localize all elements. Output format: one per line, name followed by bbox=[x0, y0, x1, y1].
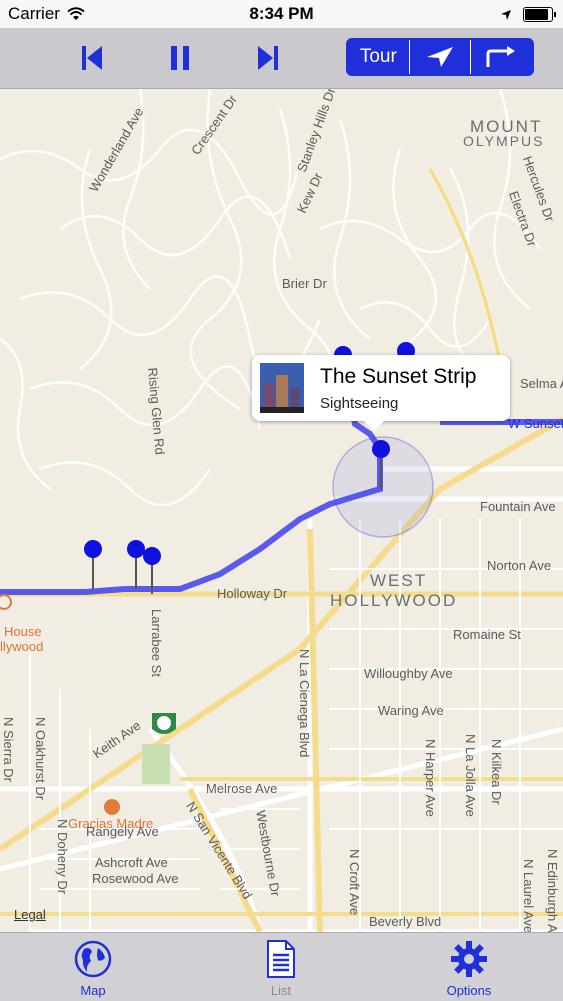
tab-list-label: List bbox=[270, 983, 292, 998]
skip-back-button[interactable] bbox=[72, 40, 112, 76]
directions-segment[interactable] bbox=[471, 40, 532, 74]
street-label-fountain: Fountain Ave bbox=[480, 499, 556, 514]
map-canvas bbox=[0, 89, 563, 932]
skip-back-icon bbox=[82, 46, 102, 70]
tab-list[interactable]: List bbox=[221, 939, 341, 998]
street-label-kilkea: N Kilkea Dr bbox=[489, 739, 504, 805]
street-label-holloway: Holloway Dr bbox=[217, 586, 288, 601]
street-label-laurel: N Laurel Ave bbox=[521, 859, 536, 932]
skip-forward-button[interactable] bbox=[248, 40, 288, 76]
poi-label-house: House bbox=[4, 624, 42, 639]
poi-label-hollywood: llywood bbox=[0, 639, 44, 654]
street-label-croft: N Croft Ave bbox=[347, 849, 362, 916]
battery-icon bbox=[523, 7, 556, 22]
street-label-harper: N Harper Ave bbox=[423, 739, 438, 817]
highway-shield-label: 2 bbox=[163, 716, 170, 728]
tab-map-label: Map bbox=[80, 983, 106, 998]
street-label-brier: Brier Dr bbox=[282, 276, 327, 291]
tab-map[interactable]: Map bbox=[33, 939, 153, 998]
turn-right-icon bbox=[486, 46, 515, 67]
street-label-la-cienega: N La Cienega Blvd bbox=[297, 649, 312, 758]
street-label-norton: Norton Ave bbox=[487, 558, 552, 573]
street-label-ashcroft: Ashcroft Ave bbox=[95, 855, 168, 870]
status-bar: Carrier 8:34 PM bbox=[0, 0, 563, 28]
street-label-sierra: N Sierra Dr bbox=[1, 717, 16, 783]
street-label-beverly: Beverly Blvd bbox=[369, 914, 442, 929]
clock: 8:34 PM bbox=[249, 4, 314, 23]
area-label-olympus: OLYMPUS bbox=[463, 133, 545, 149]
mode-segmented-control: Tour bbox=[346, 38, 534, 76]
street-label-oakhurst: N Oakhurst Dr bbox=[33, 717, 48, 801]
globe-icon bbox=[73, 939, 113, 979]
street-label-rosewood: Rosewood Ave bbox=[92, 871, 179, 886]
street-label-waring: Waring Ave bbox=[378, 703, 444, 718]
area-label-hollywood: HOLLYWOOD bbox=[330, 591, 458, 610]
tour-label: Tour bbox=[359, 46, 397, 67]
street-label-sunset: W Sunset bbox=[508, 416, 563, 431]
gear-icon bbox=[449, 939, 489, 979]
callout-subtitle: Sightseeing bbox=[320, 395, 399, 412]
pause-icon bbox=[171, 46, 189, 70]
street-label-willoughby: Willoughby Ave bbox=[364, 666, 453, 681]
poi-callout[interactable]: The Sunset Strip Sightseeing bbox=[252, 355, 510, 431]
tour-segment[interactable]: Tour bbox=[348, 40, 410, 74]
playback-toolbar: Tour bbox=[0, 28, 563, 89]
legal-link[interactable]: Legal bbox=[14, 907, 46, 922]
area-label-west: WEST bbox=[370, 571, 428, 590]
street-label-romaine: Romaine St bbox=[453, 627, 521, 642]
location-services-icon bbox=[500, 6, 512, 26]
callout-title: The Sunset Strip bbox=[320, 365, 477, 388]
street-label-edinburgh: N Edinburgh Av bbox=[545, 849, 560, 932]
street-label-la-jolla: N La Jolla Ave bbox=[463, 734, 478, 817]
street-label-rangely: Rangely Ave bbox=[86, 824, 159, 839]
street-label-melrose: Melrose Ave bbox=[206, 781, 278, 796]
pause-button[interactable] bbox=[160, 40, 200, 76]
poi-thumbnail bbox=[260, 363, 304, 413]
street-label-doheny: N Doheny Dr bbox=[55, 819, 70, 895]
navigate-segment[interactable] bbox=[410, 40, 472, 74]
battery-level bbox=[525, 9, 548, 20]
tab-options[interactable]: Options bbox=[409, 939, 529, 998]
skip-forward-icon bbox=[258, 46, 278, 70]
tab-options-label: Options bbox=[446, 983, 492, 998]
map-view[interactable]: MOUNT OLYMPUS Wonderland Ave Crescent Dr… bbox=[0, 89, 563, 932]
street-label-larrabee: Larrabee St bbox=[149, 609, 164, 677]
document-list-icon bbox=[261, 939, 301, 979]
tab-bar: Map List Options bbox=[0, 932, 563, 1001]
location-arrow-icon bbox=[427, 47, 453, 67]
street-label-selma: Selma Ave bbox=[520, 376, 563, 391]
